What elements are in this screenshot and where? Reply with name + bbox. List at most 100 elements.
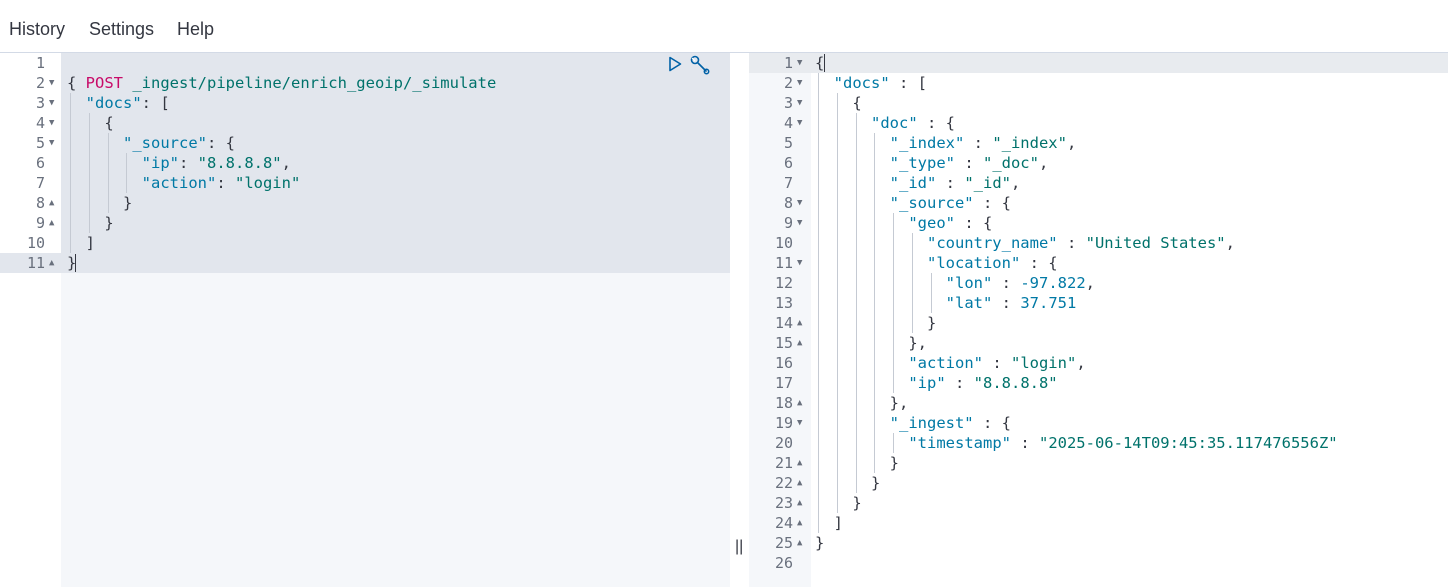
indent-guide xyxy=(107,133,109,213)
response-line-number: 20 xyxy=(774,434,793,452)
response-token: "_index" xyxy=(889,134,965,152)
menu-history[interactable]: History xyxy=(9,18,65,40)
response-line-number: 19 xyxy=(774,414,793,432)
response-token: , xyxy=(1225,234,1235,252)
top-menu-bar: History Settings Help xyxy=(0,0,1448,53)
response-token: -97.822 xyxy=(1020,274,1086,292)
fold-close-icon[interactable]: ▲ xyxy=(797,473,802,493)
response-token: "action" xyxy=(908,354,983,372)
fold-close-icon[interactable]: ▲ xyxy=(49,213,54,233)
request-line-number: 11 xyxy=(26,254,45,272)
response-code-line: "lat" : 37.751 xyxy=(815,293,1077,313)
request-token: "8.8.8.8" xyxy=(197,154,282,172)
response-token: , xyxy=(1066,134,1077,152)
wrench-icon[interactable] xyxy=(689,55,711,75)
resize-handle-icon[interactable]: || xyxy=(735,538,743,556)
play-icon[interactable] xyxy=(667,56,683,72)
response-token: : { xyxy=(973,414,1011,432)
response-token: , xyxy=(1076,354,1086,372)
fold-open-icon[interactable]: ▼ xyxy=(797,113,802,133)
response-line-number: 17 xyxy=(774,374,793,392)
response-code-line: } xyxy=(815,453,899,473)
response-active-line xyxy=(749,53,1448,73)
response-token: "_type" xyxy=(889,154,955,172)
response-token xyxy=(815,254,927,272)
response-code-line: "geo" : { xyxy=(815,213,992,233)
fold-close-icon[interactable]: ▲ xyxy=(797,453,802,473)
indent-guide xyxy=(88,113,90,233)
fold-close-icon[interactable]: ▲ xyxy=(797,513,802,533)
fold-open-icon[interactable]: ▼ xyxy=(49,93,54,113)
response-token: "_source" xyxy=(889,194,974,212)
fold-close-icon[interactable]: ▲ xyxy=(49,193,54,213)
response-token xyxy=(815,194,890,212)
request-token: : xyxy=(216,174,235,192)
response-token: "timestamp" xyxy=(908,434,1011,452)
response-line-number: 18 xyxy=(774,394,793,412)
response-line-number: 16 xyxy=(774,354,793,372)
response-token: } xyxy=(815,314,937,332)
response-line-number: 4 xyxy=(783,114,793,132)
response-token: , xyxy=(1011,174,1021,192)
fold-close-icon[interactable]: ▲ xyxy=(797,533,802,553)
response-token: "ip" xyxy=(908,374,946,392)
fold-open-icon[interactable]: ▼ xyxy=(797,73,802,93)
fold-open-icon[interactable]: ▼ xyxy=(797,193,802,213)
response-code-line: }, xyxy=(815,333,927,353)
request-url: _ingest/pipeline/enrich_geoip/_simulate xyxy=(132,74,497,92)
fold-open-icon[interactable]: ▼ xyxy=(797,53,802,73)
fold-open-icon[interactable]: ▼ xyxy=(797,93,802,113)
response-code-line: } xyxy=(815,493,861,513)
response-code-line: "_index" : "_index", xyxy=(815,133,1077,153)
response-line-number: 21 xyxy=(774,454,793,472)
fold-close-icon[interactable]: ▲ xyxy=(797,393,802,413)
response-token: "lat" xyxy=(945,294,993,312)
request-token: ] xyxy=(67,234,95,252)
fold-close-icon[interactable]: ▲ xyxy=(797,333,802,353)
indent-guide xyxy=(836,93,838,513)
response-token: ] xyxy=(815,514,843,532)
response-token: , xyxy=(1085,274,1095,292)
response-token: : xyxy=(1057,234,1086,252)
indent-guide xyxy=(818,73,819,533)
response-line-number: 14 xyxy=(774,314,793,332)
fold-open-icon[interactable]: ▼ xyxy=(797,213,802,233)
response-token: : xyxy=(1010,434,1039,452)
request-token: , xyxy=(281,154,291,172)
response-code-line: "_source" : { xyxy=(815,193,1011,213)
indent-guide xyxy=(930,273,932,313)
fold-close-icon[interactable]: ▲ xyxy=(49,253,54,273)
response-line-number: 8 xyxy=(783,194,793,212)
response-token: : xyxy=(982,354,1011,372)
request-line-number: 3 xyxy=(35,94,45,112)
request-method: POST xyxy=(85,74,123,92)
response-token: : { xyxy=(955,214,993,232)
response-line-number: 25 xyxy=(774,534,793,552)
response-code-line: "_ingest" : { xyxy=(815,413,1011,433)
response-line-number: 23 xyxy=(774,494,793,512)
indent-guide xyxy=(874,133,876,473)
fold-open-icon[interactable]: ▼ xyxy=(797,413,802,433)
response-token xyxy=(815,274,946,292)
fold-close-icon[interactable]: ▲ xyxy=(797,493,802,513)
response-token: "_doc" xyxy=(982,154,1039,172)
fold-open-icon[interactable]: ▼ xyxy=(49,113,54,133)
fold-open-icon[interactable]: ▼ xyxy=(49,73,54,93)
request-line-number: 8 xyxy=(35,194,45,212)
response-token xyxy=(815,434,908,452)
response-token: , xyxy=(1038,154,1049,172)
fold-open-icon[interactable]: ▼ xyxy=(49,133,54,153)
menu-help[interactable]: Help xyxy=(177,18,214,40)
request-token xyxy=(67,174,142,192)
response-token: : xyxy=(954,154,983,172)
fold-open-icon[interactable]: ▼ xyxy=(797,253,802,273)
fold-close-icon[interactable]: ▲ xyxy=(797,313,802,333)
request-token: "action" xyxy=(141,174,217,192)
menu-settings[interactable]: Settings xyxy=(89,18,154,40)
indent-guide xyxy=(70,93,71,253)
response-line-number: 10 xyxy=(774,234,793,252)
response-token: : { xyxy=(973,194,1011,212)
response-line-number: 3 xyxy=(783,94,793,112)
request-token: { xyxy=(67,114,114,132)
response-line-number: 11 xyxy=(774,254,793,272)
